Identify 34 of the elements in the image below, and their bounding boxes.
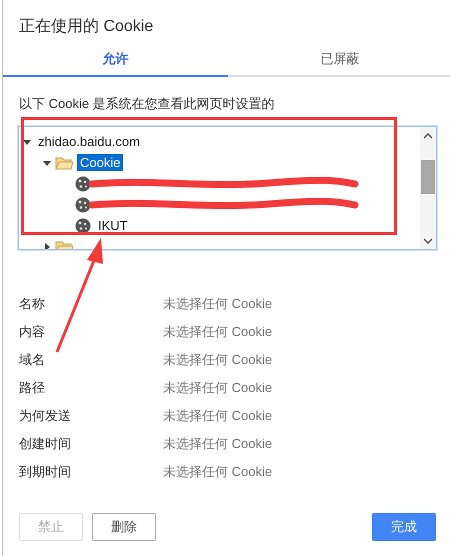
caret-icon[interactable] [43, 158, 51, 166]
cookie-icon [75, 176, 91, 192]
caret-icon[interactable] [43, 242, 51, 249]
detail-value: 未选择任何 Cookie [163, 435, 274, 453]
detail-value: 未选择任何 Cookie [163, 295, 274, 313]
caret-icon[interactable] [23, 138, 31, 146]
scroll-down-icon[interactable] [424, 238, 432, 244]
detail-label: 为何发送 [19, 407, 72, 425]
tree-item[interactable]: zhidao.baidu.com [35, 133, 143, 150]
detail-value: 未选择任何 Cookie [163, 407, 274, 425]
detail-label: 到期时间 [19, 463, 72, 481]
detail-label: 路径 [19, 379, 46, 397]
detail-label: 域名 [19, 351, 46, 369]
dialog-title: 正在使用的 Cookie [18, 17, 154, 37]
scrollbar[interactable] [420, 127, 436, 249]
tree-item[interactable]: Cookie [77, 154, 124, 171]
dialog-button[interactable]: 删除 [92, 513, 156, 541]
detail-label: 内容 [19, 323, 46, 341]
dialog-button[interactable]: 完成 [372, 513, 436, 541]
detail-value: 未选择任何 Cookie [163, 379, 274, 397]
detail-value: 未选择任何 Cookie [163, 463, 274, 481]
detail-label: 创建时间 [19, 435, 72, 453]
detail-value: 未选择任何 Cookie [163, 351, 274, 369]
tab[interactable]: 允许 [3, 44, 228, 77]
detail-label: 名称 [19, 295, 46, 313]
scrollbar-thumb[interactable] [421, 160, 435, 194]
description-text: 以下 Cookie 是系统在您查看此网页时设置的 [18, 95, 276, 113]
scroll-up-icon[interactable] [424, 133, 432, 139]
cookie-icon [75, 218, 91, 234]
detail-value: 未选择任何 Cookie [163, 323, 274, 341]
tab[interactable]: 已屏蔽 [228, 44, 450, 77]
folder-icon [55, 156, 73, 170]
tree-item[interactable]: IKUT [95, 217, 131, 234]
cookie-icon [75, 196, 91, 212]
